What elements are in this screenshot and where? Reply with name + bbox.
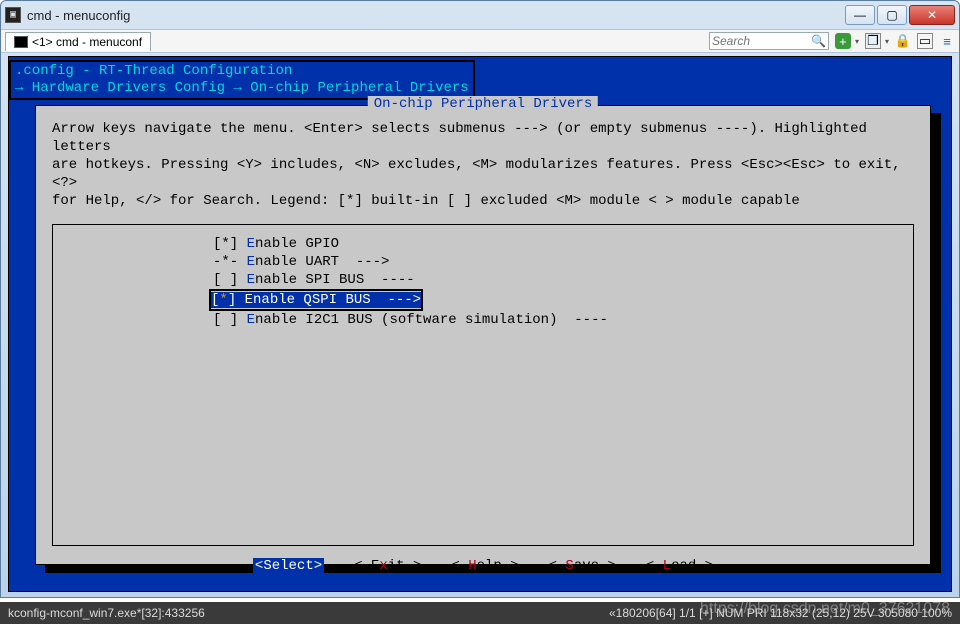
select-button[interactable]: <Select> bbox=[253, 558, 324, 574]
help-button[interactable]: < Help > bbox=[451, 558, 518, 574]
window-title: cmd - menuconfig bbox=[27, 8, 130, 23]
exit-button[interactable]: < Exit > bbox=[354, 558, 421, 574]
status-right: «180206[64] 1/1 [+] NUM PRI 118x32 (25,1… bbox=[609, 606, 952, 620]
windows-icon[interactable]: ❐ bbox=[865, 33, 881, 49]
terminal-icon bbox=[14, 36, 28, 48]
breadcrumb: .config - RT-Thread Configuration → Hard… bbox=[9, 60, 475, 100]
help-line: Arrow keys navigate the menu. <Enter> se… bbox=[52, 120, 914, 156]
status-left: kconfig-mconf_win7.exe*[32]:433256 bbox=[8, 606, 205, 620]
window-frame: ▣ cmd - menuconfig — ▢ ✕ <1> cmd - menuc… bbox=[0, 0, 960, 598]
menu-item-qspi[interactable]: [*] Enable QSPI BUS ---> bbox=[53, 289, 913, 311]
titlebar: ▣ cmd - menuconfig — ▢ ✕ bbox=[1, 1, 959, 29]
help-line: for Help, </> for Search. Legend: [*] bu… bbox=[52, 192, 914, 210]
minimize-button[interactable]: — bbox=[845, 5, 875, 25]
panel-icon[interactable]: ▭ bbox=[917, 33, 933, 49]
help-line: are hotkeys. Pressing <Y> includes, <N> … bbox=[52, 156, 914, 192]
dropdown-icon[interactable]: ▾ bbox=[885, 37, 889, 46]
window-controls: — ▢ ✕ bbox=[843, 5, 955, 25]
menu-item-i2c[interactable]: [ ] Enable I2C1 BUS (software simulation… bbox=[53, 311, 913, 329]
menu-item-spi[interactable]: [ ] Enable SPI BUS ---- bbox=[53, 271, 913, 289]
menu-item-uart[interactable]: -*- Enable UART ---> bbox=[53, 253, 913, 271]
panel-title: On-chip Peripheral Drivers bbox=[368, 96, 598, 112]
search-icon[interactable]: 🔍 bbox=[811, 34, 826, 48]
menu-icon[interactable]: ≡ bbox=[939, 33, 955, 49]
app-icon: ▣ bbox=[5, 7, 21, 23]
terminal: .config - RT-Thread Configuration → Hard… bbox=[8, 56, 952, 592]
maximize-button[interactable]: ▢ bbox=[877, 5, 907, 25]
lock-icon[interactable]: 🔒 bbox=[895, 33, 911, 49]
toolbar: <1> cmd - menuconf 🔍 + ▾ ❐ ▾ 🔒 ▭ ≡ bbox=[1, 29, 959, 53]
menu-item-gpio[interactable]: [*] Enable GPIO bbox=[53, 235, 913, 253]
config-panel: On-chip Peripheral Drivers Arrow keys na… bbox=[35, 105, 931, 565]
save-button[interactable]: < Save > bbox=[549, 558, 616, 574]
tab-terminal[interactable]: <1> cmd - menuconf bbox=[5, 32, 151, 51]
statusbar: kconfig-mconf_win7.exe*[32]:433256 «1802… bbox=[0, 602, 960, 624]
help-text: Arrow keys navigate the menu. <Enter> se… bbox=[36, 106, 930, 214]
load-button[interactable]: < Load > bbox=[646, 558, 713, 574]
tab-label: <1> cmd - menuconf bbox=[32, 35, 142, 49]
action-row: <Select> < Exit > < Help > < Save > < Lo… bbox=[36, 558, 930, 582]
add-icon[interactable]: + bbox=[835, 33, 851, 49]
search-box[interactable]: 🔍 bbox=[709, 32, 829, 50]
menu-list: [*] Enable GPIO -*- Enable UART ---> [ ]… bbox=[52, 224, 914, 546]
toolbar-icons: + ▾ ❐ ▾ 🔒 ▭ ≡ bbox=[835, 33, 955, 49]
search-input[interactable] bbox=[710, 34, 811, 48]
dropdown-icon[interactable]: ▾ bbox=[855, 37, 859, 46]
close-button[interactable]: ✕ bbox=[909, 5, 955, 25]
